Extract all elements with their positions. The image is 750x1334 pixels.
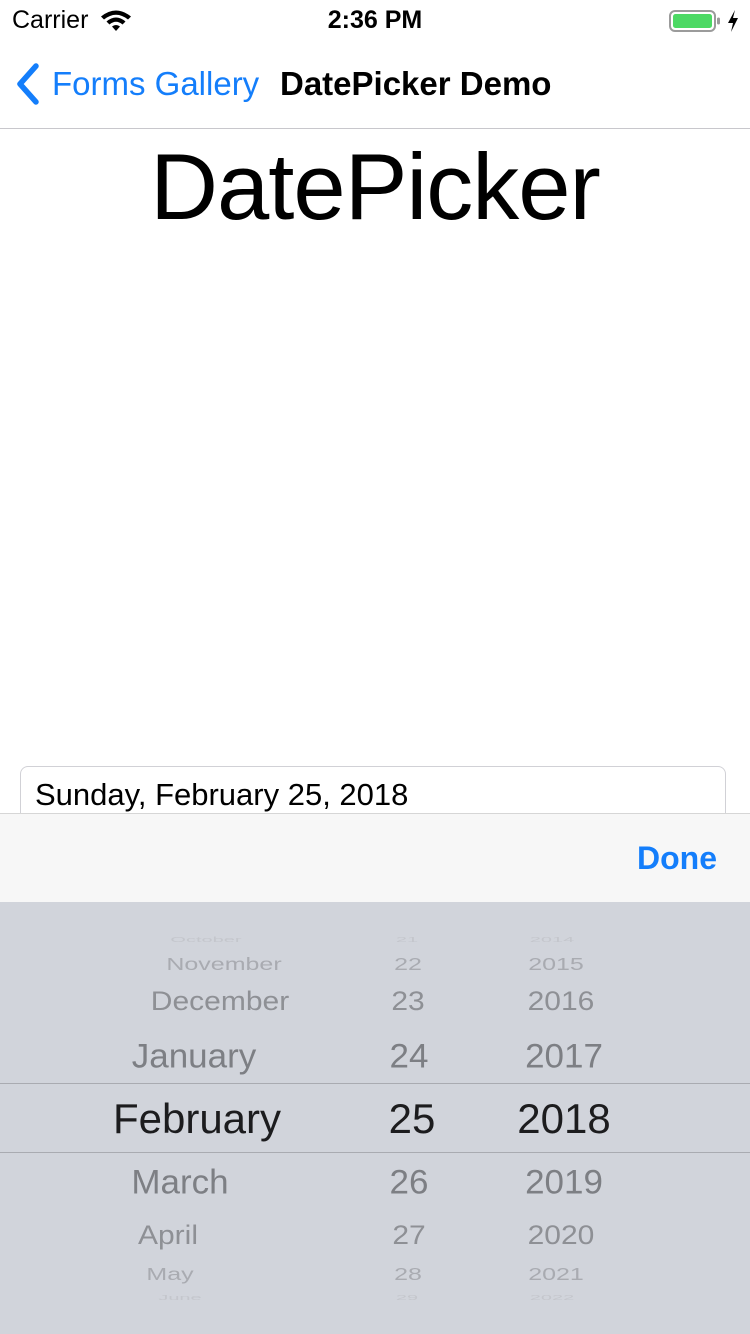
status-bar: Carrier 2:36 PM: [0, 0, 750, 40]
date-picker[interactable]: October November December January February Ma…: [0, 902, 750, 1334]
screen: Carrier 2:36 PM Forms Gallery DatePicker…: [0, 0, 750, 1334]
nav-title: DatePicker Demo: [280, 65, 552, 102]
month-wheel-item[interactable]: March: [50, 1165, 310, 1199]
date-field-value: Sunday, February 25, 2018: [35, 777, 409, 812]
year-wheel-item[interactable]: 2015: [426, 955, 686, 973]
picker-toolbar: Done: [0, 813, 750, 903]
year-wheel-item[interactable]: 2019: [434, 1165, 694, 1199]
month-wheel-item[interactable]: June: [50, 1295, 310, 1302]
page-title: DatePicker: [150, 134, 601, 239]
charging-bolt-icon: [728, 10, 738, 32]
status-time: 2:36 PM: [327, 6, 423, 34]
done-button[interactable]: Done: [637, 840, 717, 877]
selection-line-top: [0, 1083, 750, 1084]
chevron-left-icon: [17, 63, 39, 105]
year-wheel-item[interactable]: 2018: [434, 1098, 694, 1140]
year-wheel-item[interactable]: 2022: [422, 1295, 682, 1302]
year-wheel-item[interactable]: 2020: [431, 1222, 691, 1249]
year-wheel-item[interactable]: 2017: [434, 1039, 694, 1073]
month-wheel-item[interactable]: April: [38, 1222, 298, 1249]
back-button-label: Forms Gallery: [52, 65, 260, 102]
selection-line-bottom: [0, 1152, 750, 1153]
year-wheel-item[interactable]: 2021: [426, 1265, 686, 1283]
back-button[interactable]: Forms Gallery: [14, 60, 259, 108]
navigation-bar: Forms Gallery DatePicker Demo: [0, 40, 750, 129]
year-wheel-item[interactable]: 2016: [431, 988, 691, 1015]
battery-icon: [669, 10, 720, 32]
year-wheel-item[interactable]: 2014: [422, 937, 682, 944]
month-wheel-item[interactable]: May: [40, 1265, 300, 1283]
